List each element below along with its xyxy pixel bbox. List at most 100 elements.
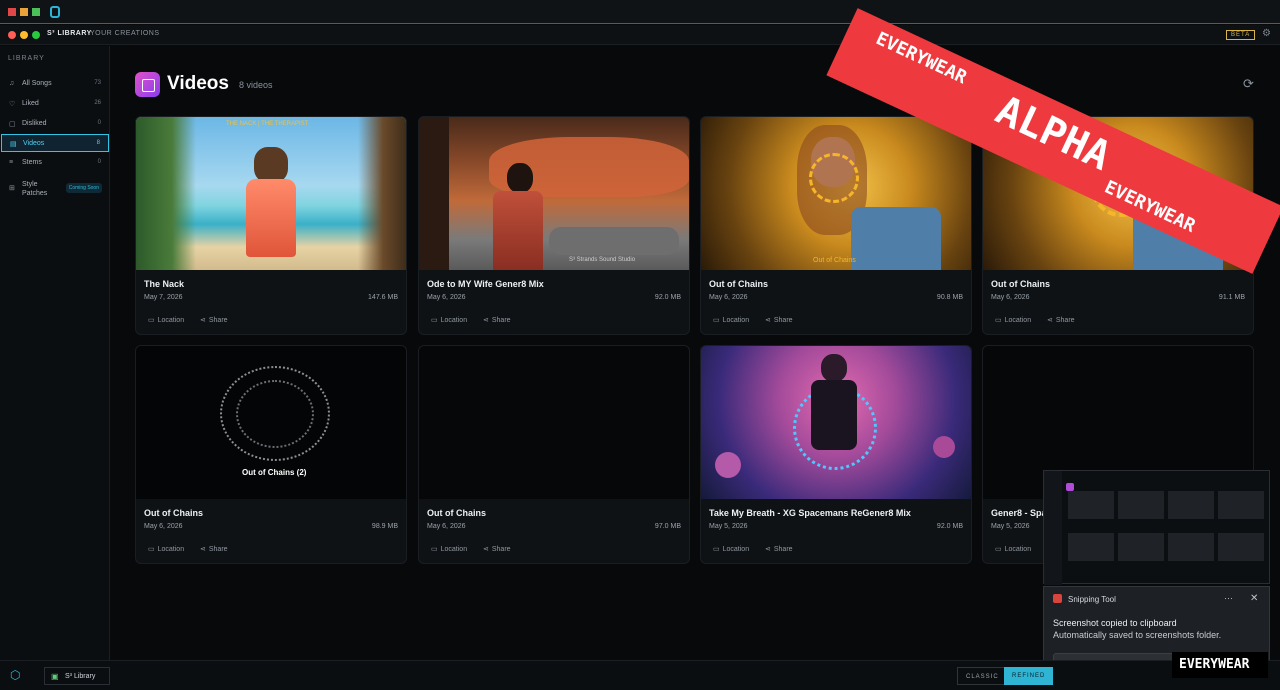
refined-mode-button[interactable]: REFINED [1004,667,1054,685]
location-button[interactable]: ▭ Location [995,545,1031,553]
close-icon[interactable]: ✕ [1250,593,1258,604]
zoom-dot-icon[interactable] [32,31,40,39]
location-button[interactable]: ▭ Location [713,545,749,553]
video-card[interactable]: Out of Chains May 6, 2026 97.0 MB ▭ Locat… [418,345,690,564]
sidebar-item-count: 73 [94,80,101,86]
location-button[interactable]: ▭ Location [995,316,1031,324]
grid-icon: ⊞ [9,185,15,192]
video-date: May 6, 2026 [427,294,466,301]
thumbnail-caption: Out of Chains (2) [242,468,307,477]
sidebar-item-label: All Songs [22,80,52,87]
video-title: Out of Chains [427,508,486,518]
classic-mode-button[interactable]: CLASSIC [957,667,1008,685]
screenshot-preview[interactable] [1043,470,1270,585]
taskbar-app-label: S³ Library [65,673,96,680]
share-button[interactable]: ⋖ Share [200,545,228,553]
folder-icon: ▭ [995,317,1002,324]
video-size: 90.8 MB [936,294,963,301]
location-label: Location [157,317,185,324]
location-label: Location [722,317,750,324]
share-icon: ⋖ [765,317,771,324]
sidebar-item-count: 8 [96,140,100,146]
video-title: Out of Chains [991,279,1050,289]
heart-icon: ♡ [9,101,16,108]
beta-badge: BETA [1226,30,1256,40]
refresh-icon[interactable]: ⟳ [1243,76,1254,92]
music-icon: ♫ [9,80,15,87]
share-button[interactable]: ⋖ Share [200,316,228,324]
video-card[interactable]: THE NACK | THE THERAPIST The Nack May 7,… [135,116,407,335]
thumbnail-caption: S³ Strands Sound Studio [569,257,636,263]
video-count: 8 videos [239,80,273,90]
minimize-square-icon[interactable] [20,8,28,16]
close-dot-icon[interactable] [8,31,16,39]
video-thumbnail[interactable]: Out of Chains (2) [136,346,406,499]
share-icon: ⋖ [200,317,206,324]
share-button[interactable]: ⋖ Share [1047,316,1075,324]
location-button[interactable]: ▭ Location [713,316,749,324]
coming-soon-badge: Coming Soon [65,183,102,193]
video-card[interactable]: Out of Chains (2) Out of Chains May 6, 2… [135,345,407,564]
video-size: 92.0 MB [654,294,681,301]
maximize-square-icon[interactable] [32,8,40,16]
share-label: Share [773,317,793,324]
share-label: Share [208,317,228,324]
video-title: Take My Breath - XG Spacemans ReGener8 M… [709,508,911,518]
video-date: May 5, 2026 [709,523,748,530]
app-title-bar: S³ LIBRARY YOUR CREATIONS BETA ⚙ [0,25,1280,45]
video-thumbnail[interactable] [701,346,971,499]
sidebar-item-liked[interactable]: ♡ Liked 26 [1,95,109,113]
video-thumbnail[interactable]: S³ Strands Sound Studio [419,117,689,270]
sidebar-item-label: Disliked [22,120,47,127]
sidebar-item-label: Videos [23,140,45,147]
sidebar-item-label: Stems [22,159,42,166]
location-button[interactable]: ▭ Location [148,545,184,553]
video-thumbnail[interactable]: Out of Chains [701,117,971,270]
sidebar-item-videos[interactable]: ▤ Videos 8 [1,134,109,152]
share-icon: ⋖ [200,546,206,553]
sidebar-item-stems[interactable]: ≡ Stems 0 [1,154,109,172]
share-button[interactable]: ⋖ Share [765,316,793,324]
video-size: 98.9 MB [371,523,398,530]
taskbar-app-button[interactable]: ▣ S³ Library [44,667,110,685]
share-label: Share [491,317,511,324]
location-button[interactable]: ▭ Location [148,316,184,324]
thumbs-down-icon: ▢ [9,121,16,128]
video-page-icon [135,72,160,97]
video-card[interactable]: S³ Strands Sound Studio Ode to MY Wife G… [418,116,690,335]
folder-icon: ▭ [995,546,1002,553]
video-date: May 5, 2026 [991,523,1030,530]
everywear-watermark: EVERYWEAR [1172,652,1268,678]
video-size: 92.0 MB [936,523,963,530]
share-button[interactable]: ⋖ Share [483,316,511,324]
video-size: 147.6 MB [368,294,398,301]
minimize-dot-icon[interactable] [20,31,28,39]
sidebar-item-style-patches[interactable]: ⊞ Style Patches Coming Soon [1,179,109,197]
sidebar-item-count: 0 [97,120,101,126]
sidebar-item-label: Style Patches [22,181,48,197]
close-square-icon[interactable] [8,8,16,16]
share-button[interactable]: ⋖ Share [765,545,793,553]
video-size: 97.0 MB [654,523,681,530]
more-options-icon[interactable]: ··· [1224,593,1233,603]
share-icon: ⋖ [1047,317,1053,324]
location-button[interactable]: ▭ Location [431,316,467,324]
video-title: Out of Chains [144,508,203,518]
video-card[interactable]: Out of Chains Out of Chains May 6, 2026 … [700,116,972,335]
folder-icon: ▭ [431,317,438,324]
sidebar-item-disliked[interactable]: ▢ Disliked 0 [1,115,109,133]
hexagon-logo-icon[interactable]: ⬡ [10,668,20,682]
location-button[interactable]: ▭ Location [431,545,467,553]
share-button[interactable]: ⋖ Share [483,545,511,553]
settings-gear-icon[interactable]: ⚙ [1262,28,1271,39]
thumbnail-caption: Out of Chains [813,257,856,264]
sidebar-item-all-songs[interactable]: ♫ All Songs 73 [1,75,109,93]
video-card[interactable]: Take My Breath - XG Spacemans ReGener8 M… [700,345,972,564]
film-icon: ▤ [10,141,17,148]
app-icon: ▣ [51,672,59,681]
folder-icon: ▭ [431,546,438,553]
app-subtitle: YOUR CREATIONS [90,30,160,37]
video-date: May 6, 2026 [144,523,183,530]
video-thumbnail[interactable] [419,346,689,499]
video-thumbnail[interactable]: THE NACK | THE THERAPIST [136,117,406,270]
